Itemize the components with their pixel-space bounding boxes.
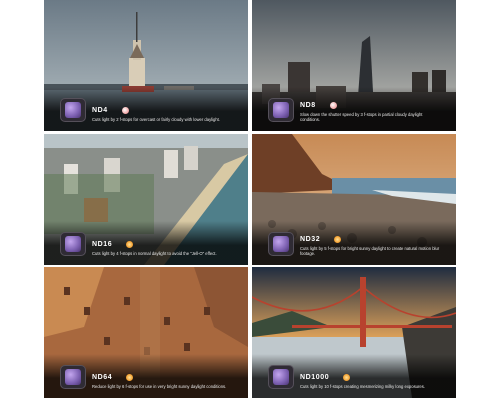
filter-description: Reduce light by 6 f-stops for use in ver… (92, 384, 227, 389)
caption: ND32 Cuts light by 5 f-stops for bright … (300, 236, 450, 256)
cloud-sun-icon (329, 102, 337, 109)
filter-description: Cuts light by 10 f-stops creating mesmer… (300, 384, 425, 389)
filter-label: ND4 (92, 107, 108, 114)
filter-label: ND1000 (300, 374, 330, 381)
caption: ND4 Cuts light by 2 f-stops for overcast… (92, 107, 242, 122)
caption: ND8 Slow down the shutter speed by 3 f-s… (300, 102, 450, 122)
filter-description: Cuts light by 5 f-stops for bright sunny… (300, 246, 440, 256)
sun-icon (343, 374, 351, 381)
caption: ND1000 Cuts light by 10 f-stops creating… (300, 374, 450, 389)
filter-thumbnail (61, 366, 85, 388)
filter-thumbnail (61, 99, 85, 121)
filter-description: Slow down the shutter speed by 3 f-stops… (300, 112, 423, 122)
filter-thumbnail (269, 99, 293, 121)
caption: ND64 Reduce light by 6 f-stops for use i… (92, 374, 242, 389)
sun-icon (126, 374, 134, 381)
filter-grid: ND4 Cuts light by 2 f-stops for overcast… (44, 0, 456, 400)
panel-nd4: ND4 Cuts light by 2 f-stops for overcast… (44, 0, 248, 131)
caption: ND16 Cuts light by 4 f-stops in normal d… (92, 241, 242, 256)
sun-icon (126, 241, 134, 248)
filter-label: ND16 (92, 241, 113, 248)
sun-icon (334, 236, 342, 243)
filter-label: ND64 (92, 374, 113, 381)
filter-thumbnail (269, 366, 293, 388)
panel-nd8: ND8 Slow down the shutter speed by 3 f-s… (252, 0, 456, 131)
filter-label: ND8 (300, 102, 316, 109)
panel-nd16: ND16 Cuts light by 4 f-stops in normal d… (44, 134, 248, 265)
panel-nd64: ND64 Reduce light by 6 f-stops for use i… (44, 267, 248, 398)
filter-thumbnail (61, 233, 85, 255)
filter-label: ND32 (300, 236, 321, 243)
filter-thumbnail (269, 233, 293, 255)
panel-nd1000: ND1000 Cuts light by 10 f-stops creating… (252, 267, 456, 398)
panel-nd32: ND32 Cuts light by 5 f-stops for bright … (252, 134, 456, 265)
filter-description: Cuts light by 2 f-stops for overcast or … (92, 117, 221, 122)
filter-description: Cuts light by 4 f-stops in normal daylig… (92, 251, 217, 256)
cloud-sun-icon (121, 107, 129, 114)
